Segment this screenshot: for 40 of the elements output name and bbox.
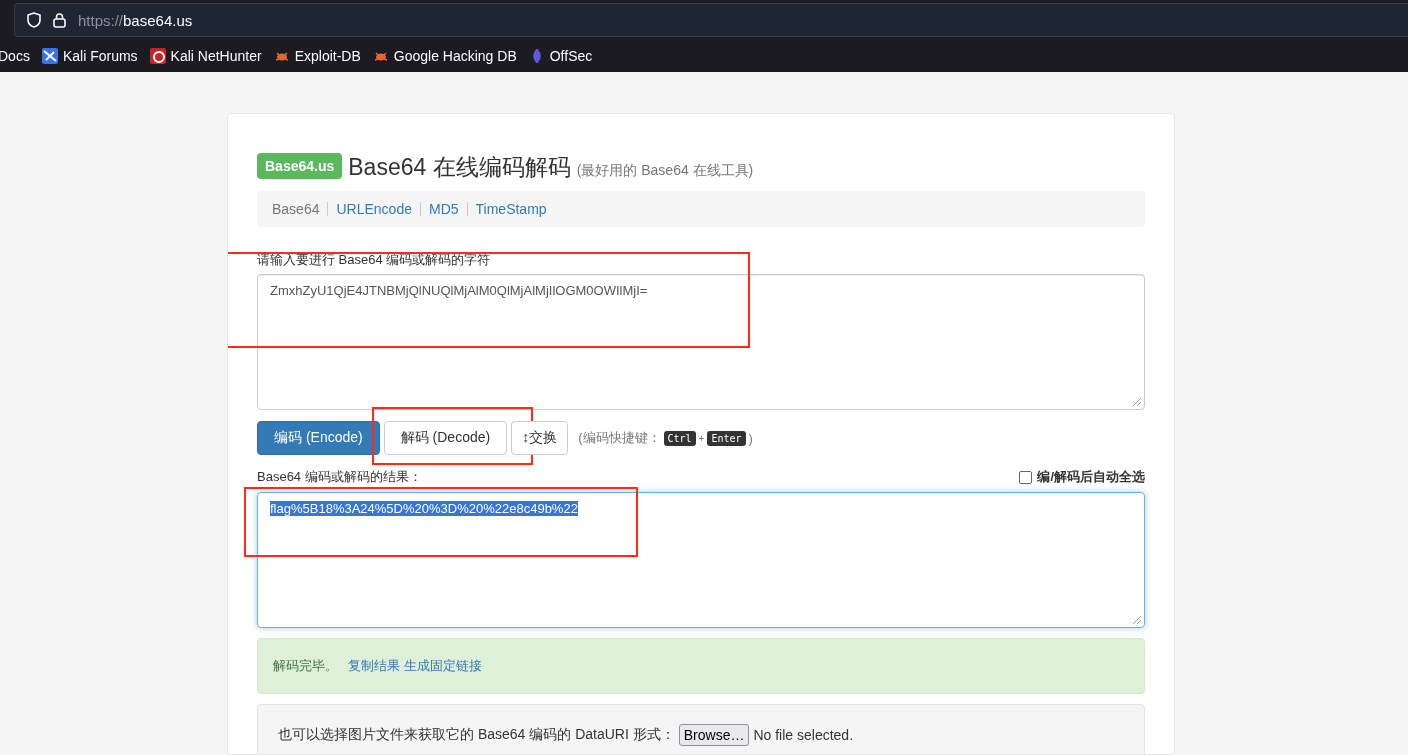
address-bar[interactable]: https://base64.us — [14, 3, 1408, 37]
output-field[interactable]: flag%5B18%3A24%5D%20%3D%20%22e8c49b%22 — [257, 492, 1145, 628]
alert-link[interactable]: 生成固定链接 — [404, 657, 482, 675]
alert-link[interactable]: 复制结果 — [348, 657, 400, 675]
shield-icon[interactable] — [27, 12, 41, 28]
nav-link[interactable]: URLEncode — [336, 201, 412, 217]
key-cap: Ctrl — [663, 430, 696, 446]
file-label: 也可以选择图片文件来获取它的 Base64 编码的 DataURI 形式： — [278, 726, 675, 744]
lock-icon[interactable] — [53, 12, 66, 28]
url-text: https://base64.us — [78, 11, 193, 29]
page-title: Base64 在线编码解码 — [348, 153, 571, 182]
file-status: No file selected. — [753, 727, 854, 743]
action-button[interactable]: 编码 (Encode) — [257, 421, 380, 455]
input-label: 请输入要进行 Base64 编码或解码的字符 — [257, 251, 492, 269]
closing-paren: ) — [748, 430, 753, 446]
bookmark[interactable]: OffSec — [528, 46, 593, 66]
browse-button[interactable]: Browse… — [678, 724, 750, 746]
resize-grip-icon[interactable] — [1132, 397, 1142, 407]
bug-icon — [273, 49, 290, 63]
bookmark[interactable]: Kali Forums — [41, 46, 138, 66]
bookmark[interactable]: Kali NetHunter — [149, 46, 262, 66]
bookmark[interactable]: Docs — [0, 46, 30, 66]
output-label: Base64 编码或解码的结果： — [257, 468, 422, 486]
action-button[interactable]: ↕交换 — [511, 421, 569, 455]
action-button[interactable]: 解码 (Decode) — [383, 421, 508, 455]
key-cap: Enter — [707, 430, 746, 446]
bookmark[interactable]: Exploit-DB — [273, 46, 361, 66]
resize-grip-icon[interactable] — [1132, 615, 1142, 625]
page-subtitle: (最好用的 Base64 在线工具) — [576, 162, 754, 180]
site-badge: Base64.us — [257, 153, 343, 179]
alert-message: 解码完毕。 — [273, 657, 338, 675]
input-field[interactable]: ZmxhZyU1QjE4JTNBMjQlNUQlMjAlM0QlMjAlMjIlOGM0OWIlMjI= — [257, 274, 1145, 410]
auto-select-checkbox[interactable]: 编/解码后自动全选 — [1019, 468, 1145, 486]
bookmark[interactable]: Google Hacking DB — [372, 46, 517, 66]
nav-link[interactable]: TimeStamp — [475, 201, 547, 217]
bug-icon — [372, 49, 389, 63]
nav-link[interactable]: MD5 — [429, 201, 459, 217]
nav-link[interactable]: Base64 — [272, 201, 320, 217]
shortcut-hint: (编码快捷键： — [578, 429, 661, 447]
plus-sign: + — [698, 432, 705, 444]
